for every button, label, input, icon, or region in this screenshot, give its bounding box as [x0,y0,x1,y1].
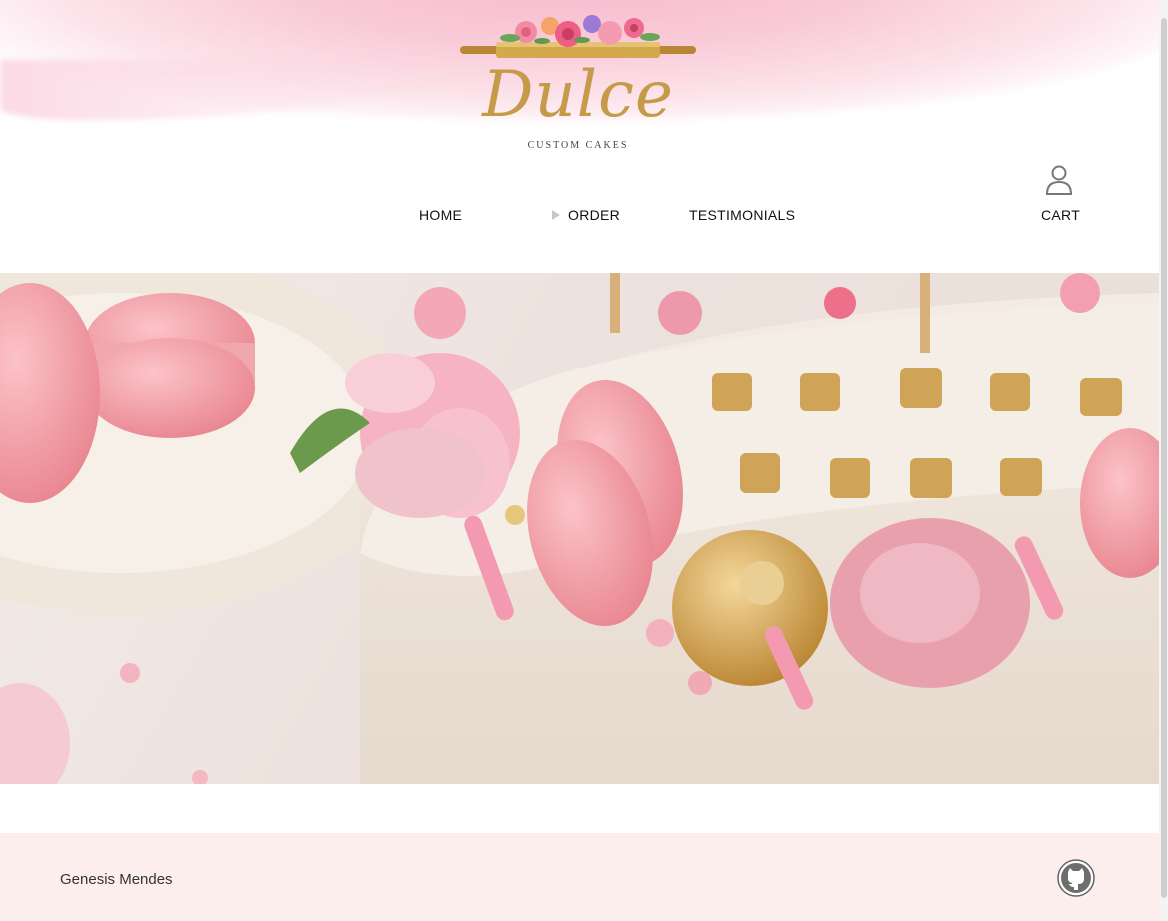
footer-author: Genesis Mendes [60,871,173,888]
hero-cake-image [0,273,1159,784]
cake-illustration [0,273,1159,784]
brand-name: Dulce [482,58,674,132]
nav-home[interactable]: HOME [419,207,462,223]
site-header: Dulce CUSTOM CAKES HOME ORDER TESTIMONIA… [0,0,1159,273]
nav-testimonials[interactable]: TESTIMONIALS [689,207,795,223]
nav-cart[interactable]: CART [1041,207,1080,223]
brand-logo[interactable]: Dulce CUSTOM CAKES [458,4,698,154]
github-icon[interactable] [1057,859,1095,897]
site-footer: Genesis Mendes [0,833,1159,921]
scrollbar-thumb[interactable] [1161,18,1167,898]
nav-order[interactable]: ORDER [568,207,620,223]
brand-tagline: CUSTOM CAKES [527,140,629,151]
caret-right-icon [552,210,560,220]
user-icon[interactable] [1044,164,1074,196]
